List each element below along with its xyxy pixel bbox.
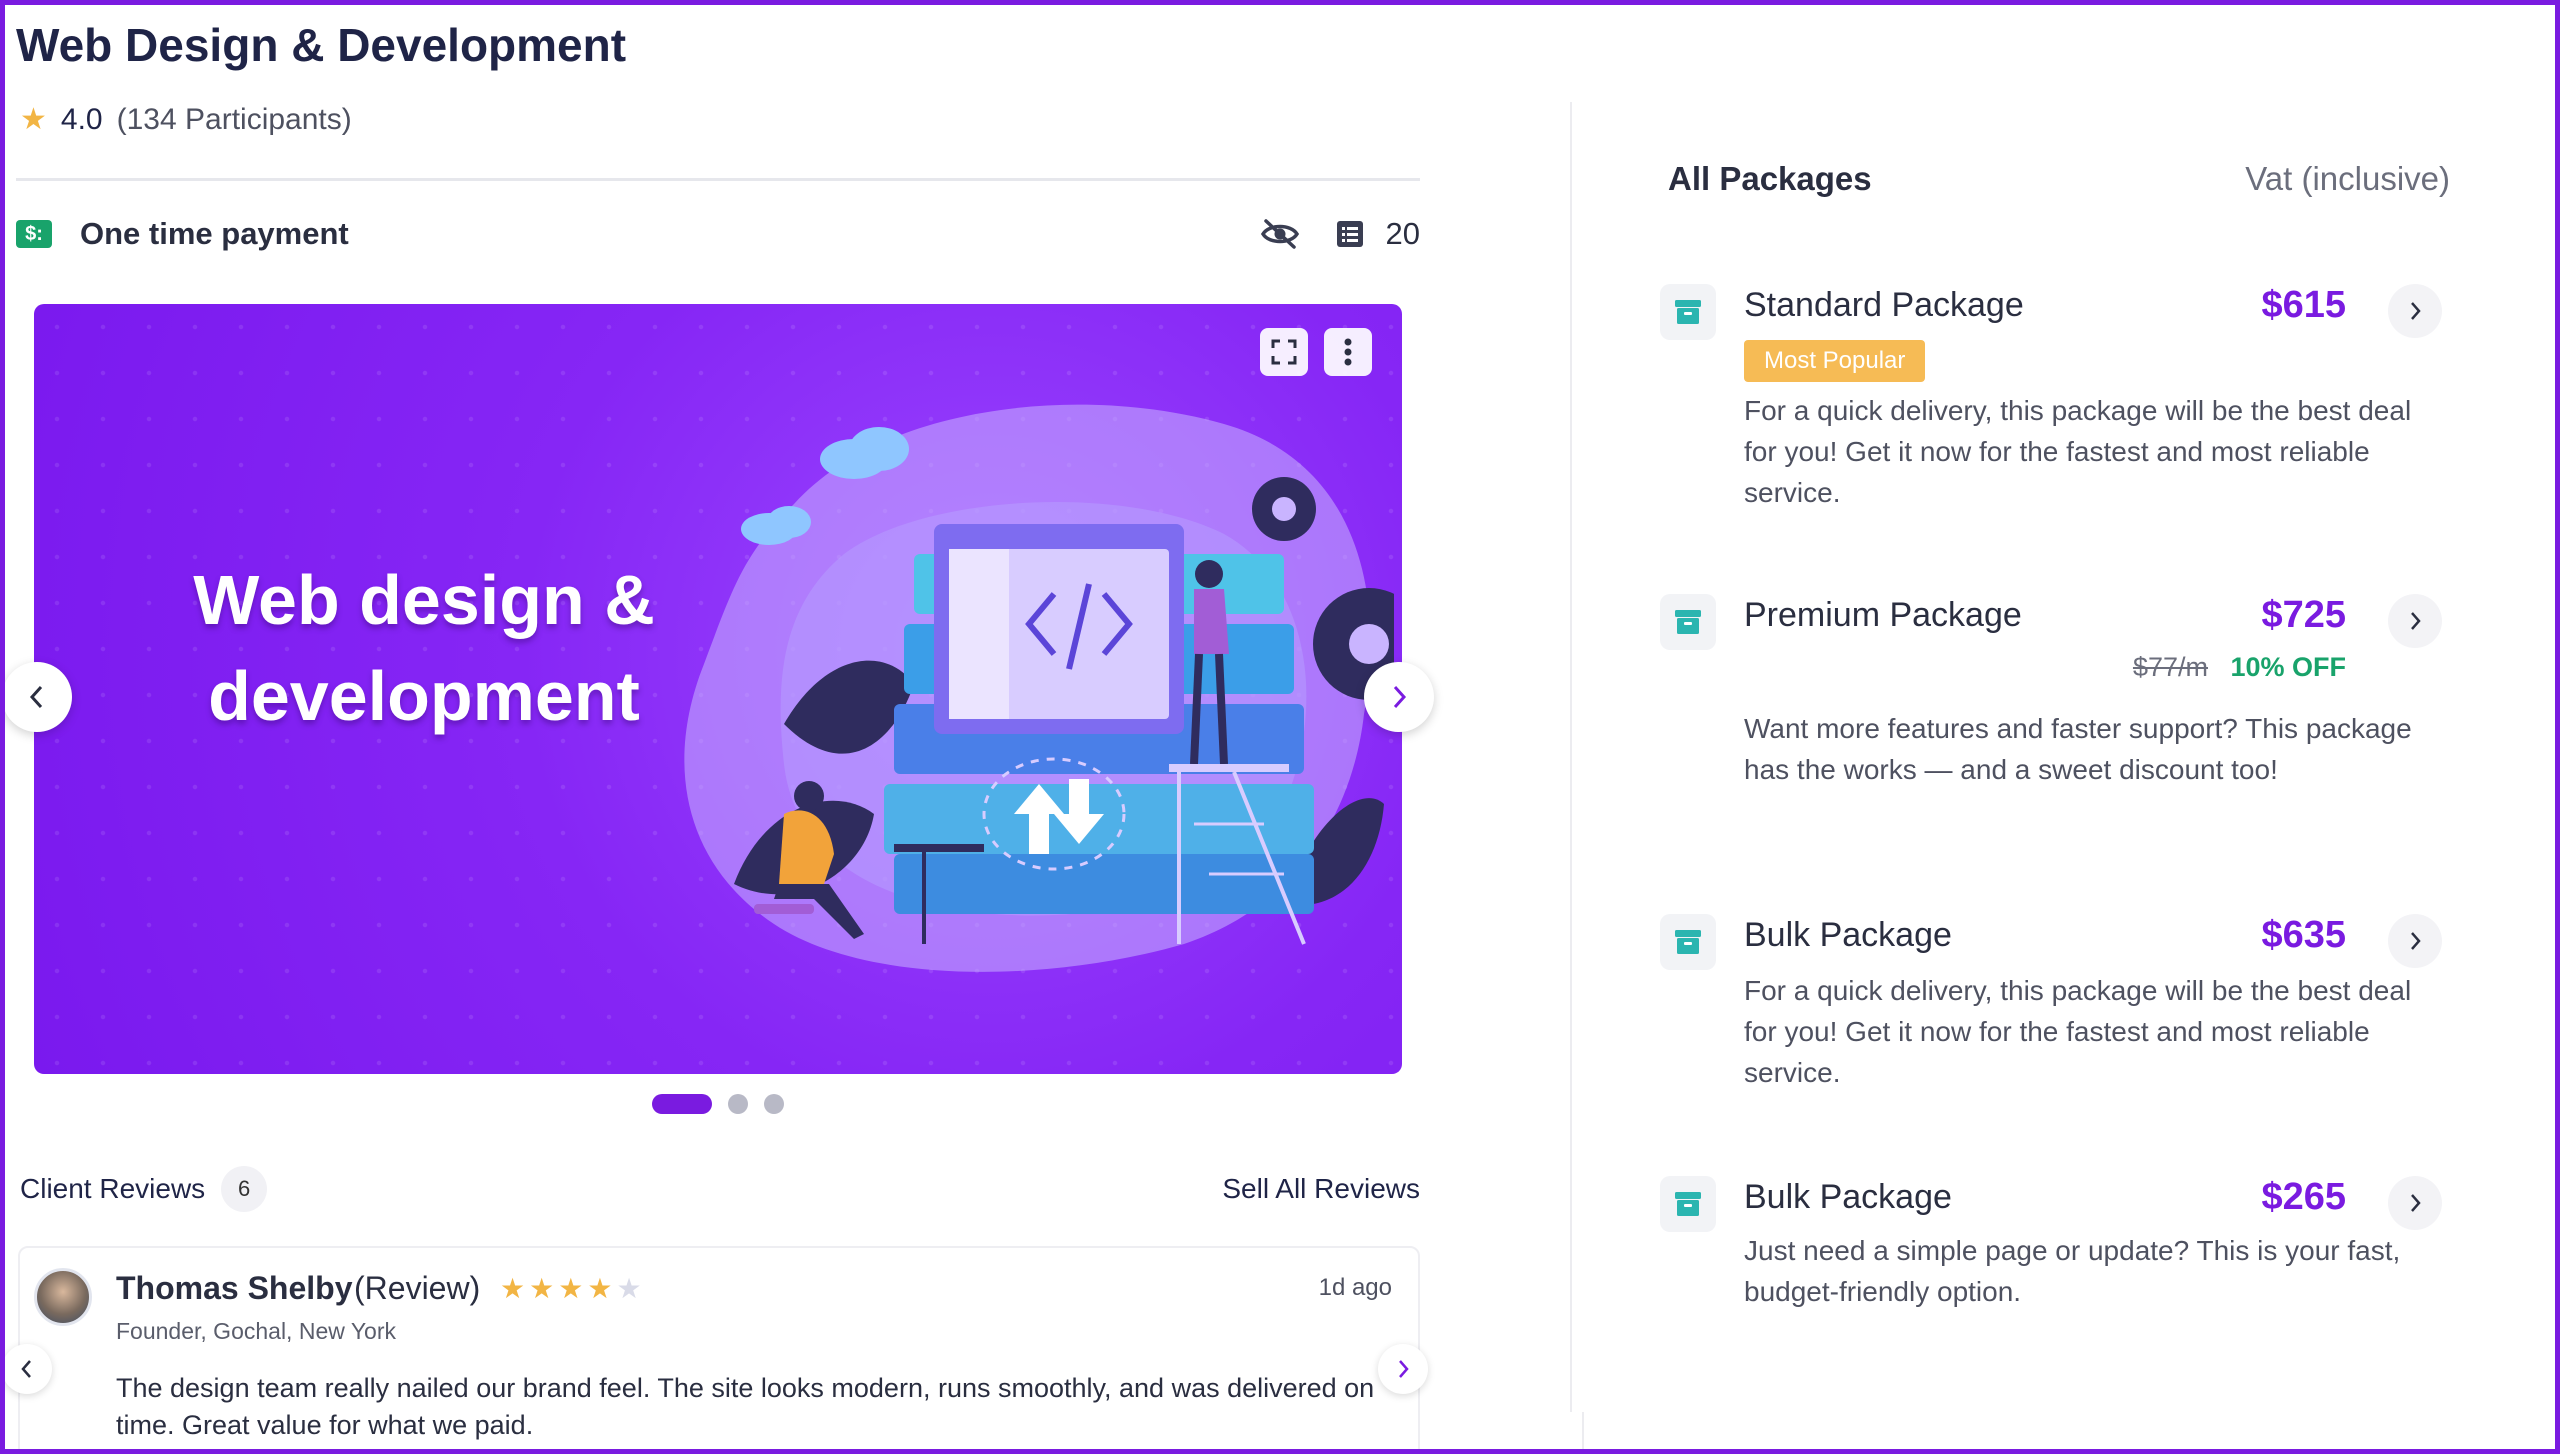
chevron-right-icon <box>1399 1360 1409 1378</box>
packages-panel: All Packages Vat (inclusive) Standard Pa… <box>1660 0 2450 1454</box>
most-popular-badge: Most Popular <box>1744 340 1926 382</box>
package-name: Bulk Package <box>1744 916 1952 954</box>
review-prev-button[interactable] <box>2 1344 52 1394</box>
package-price: $265 <box>2261 1176 2346 1218</box>
archive-icon <box>1660 284 1716 340</box>
rating-value: 4.0 <box>60 102 103 136</box>
package-item-bulk[interactable]: Bulk Package $635 For a quick delivery, … <box>1660 914 2450 1094</box>
carousel-prev-button[interactable] <box>2 662 72 732</box>
archive-icon <box>1660 1176 1716 1232</box>
vat-label: Vat (inclusive) <box>2245 160 2450 197</box>
package-description: For a quick delivery, this package will … <box>1744 975 2412 1088</box>
carousel-dot-3[interactable] <box>764 1094 784 1114</box>
reviews-title: Client Reviews <box>20 1173 206 1204</box>
package-old-price: $77/m <box>2132 652 2208 682</box>
lessons-count-value: 20 <box>1385 216 1420 251</box>
packages-header: All Packages Vat (inclusive) <box>1668 160 2450 198</box>
star-icon: ★ <box>20 103 47 136</box>
chevron-right-icon <box>2411 1194 2421 1212</box>
web-development-illustration <box>684 404 1394 972</box>
package-discount: 10% OFF <box>2230 652 2346 682</box>
page-title: Web Design & Development <box>16 19 627 71</box>
package-select-button[interactable] <box>2388 594 2442 648</box>
package-name: Standard Package <box>1744 286 2024 324</box>
review-next-button[interactable] <box>1378 1344 1428 1394</box>
package-description: Want more features and faster support? T… <box>1744 713 2412 785</box>
carousel-dot-2[interactable] <box>728 1094 748 1114</box>
package-description: For a quick delivery, this package will … <box>1744 395 2412 508</box>
package-item-bulk-basic[interactable]: Bulk Package $265 Just need a simple pag… <box>1660 1176 2450 1316</box>
list-icon <box>1330 214 1370 254</box>
reviews-count-badge: 6 <box>221 1166 268 1212</box>
eye-slash-icon[interactable] <box>1260 214 1300 254</box>
packages-title: All Packages <box>1668 160 1872 197</box>
star-icon: ★ <box>558 1273 584 1304</box>
rating-summary: ★ 4.0 (134 Participants) <box>20 102 352 137</box>
reviewer-name: Thomas Shelby <box>116 1270 353 1306</box>
package-name: Bulk Package <box>1744 1178 1952 1216</box>
chevron-right-icon <box>2411 612 2421 630</box>
chevron-left-icon <box>21 1360 31 1378</box>
package-item-premium[interactable]: Premium Package $725 $77/m 10% OFF Want … <box>1660 594 2450 834</box>
reviewer-role: Founder, Gochal, New York <box>116 1318 396 1344</box>
payment-icon: $: <box>16 220 52 248</box>
star-icon: ★ <box>529 1273 555 1304</box>
archive-icon <box>1660 594 1716 650</box>
carousel-dot-1[interactable] <box>652 1094 712 1114</box>
course-detail: Web Design & Development ★ 4.0 (134 Part… <box>2 0 1434 1454</box>
carousel-indicators <box>652 1094 784 1114</box>
payment-row: $: One time payment 20 <box>16 210 1420 258</box>
package-select-button[interactable] <box>2388 284 2442 338</box>
review-card: Thomas Shelby (Review) ★ ★ ★ ★ ★ 1d ago … <box>18 1246 1420 1454</box>
chevron-left-icon <box>29 685 43 709</box>
column-divider <box>1570 102 1572 1412</box>
hero-title: Web design & development <box>134 552 714 744</box>
package-name: Premium Package <box>1744 596 2022 634</box>
review-time: 1d ago <box>1318 1274 1392 1301</box>
chevron-right-icon <box>2411 302 2421 320</box>
reviews-header: Client Reviews 6 Sell All Reviews <box>20 1166 1420 1212</box>
review-text: The design team really nailed our brand … <box>116 1373 1375 1440</box>
fullscreen-icon[interactable] <box>1260 328 1308 376</box>
package-select-button[interactable] <box>2388 914 2442 968</box>
review-stars: ★ ★ ★ ★ ★ <box>500 1272 642 1305</box>
review-tag: (Review) <box>354 1270 481 1306</box>
carousel-next-button[interactable] <box>1364 662 1434 732</box>
payment-type-label: One time payment <box>80 216 349 251</box>
hero-title-line1: Web design & <box>193 561 655 639</box>
lessons-count: 20 <box>1330 214 1420 254</box>
see-all-reviews-link[interactable]: Sell All Reviews <box>1222 1173 1420 1205</box>
package-description: Just need a simple page or update? This … <box>1744 1235 2401 1307</box>
column-divider <box>1582 1412 1584 1454</box>
star-icon: ★ <box>587 1273 613 1304</box>
package-select-button[interactable] <box>2388 1176 2442 1230</box>
chevron-right-icon <box>1393 685 1407 709</box>
payment-meta: 20 <box>1260 214 1420 254</box>
star-icon: ★ <box>500 1273 526 1304</box>
package-item-standard[interactable]: Standard Package $615 Most Popular For a… <box>1660 284 2450 514</box>
more-options-icon[interactable] <box>1324 328 1372 376</box>
archive-icon <box>1660 914 1716 970</box>
star-empty-icon: ★ <box>616 1273 642 1304</box>
course-image-carousel[interactable]: Web design & development <box>34 304 1402 1074</box>
participants-count: (134 Participants) <box>116 102 352 136</box>
package-price: $615 <box>2261 284 2346 326</box>
hero-title-line2: development <box>208 657 640 735</box>
chevron-right-icon <box>2411 932 2421 950</box>
package-price: $635 <box>2261 914 2346 956</box>
package-price: $725 <box>2261 594 2346 636</box>
divider <box>16 178 1420 181</box>
avatar <box>34 1268 92 1326</box>
